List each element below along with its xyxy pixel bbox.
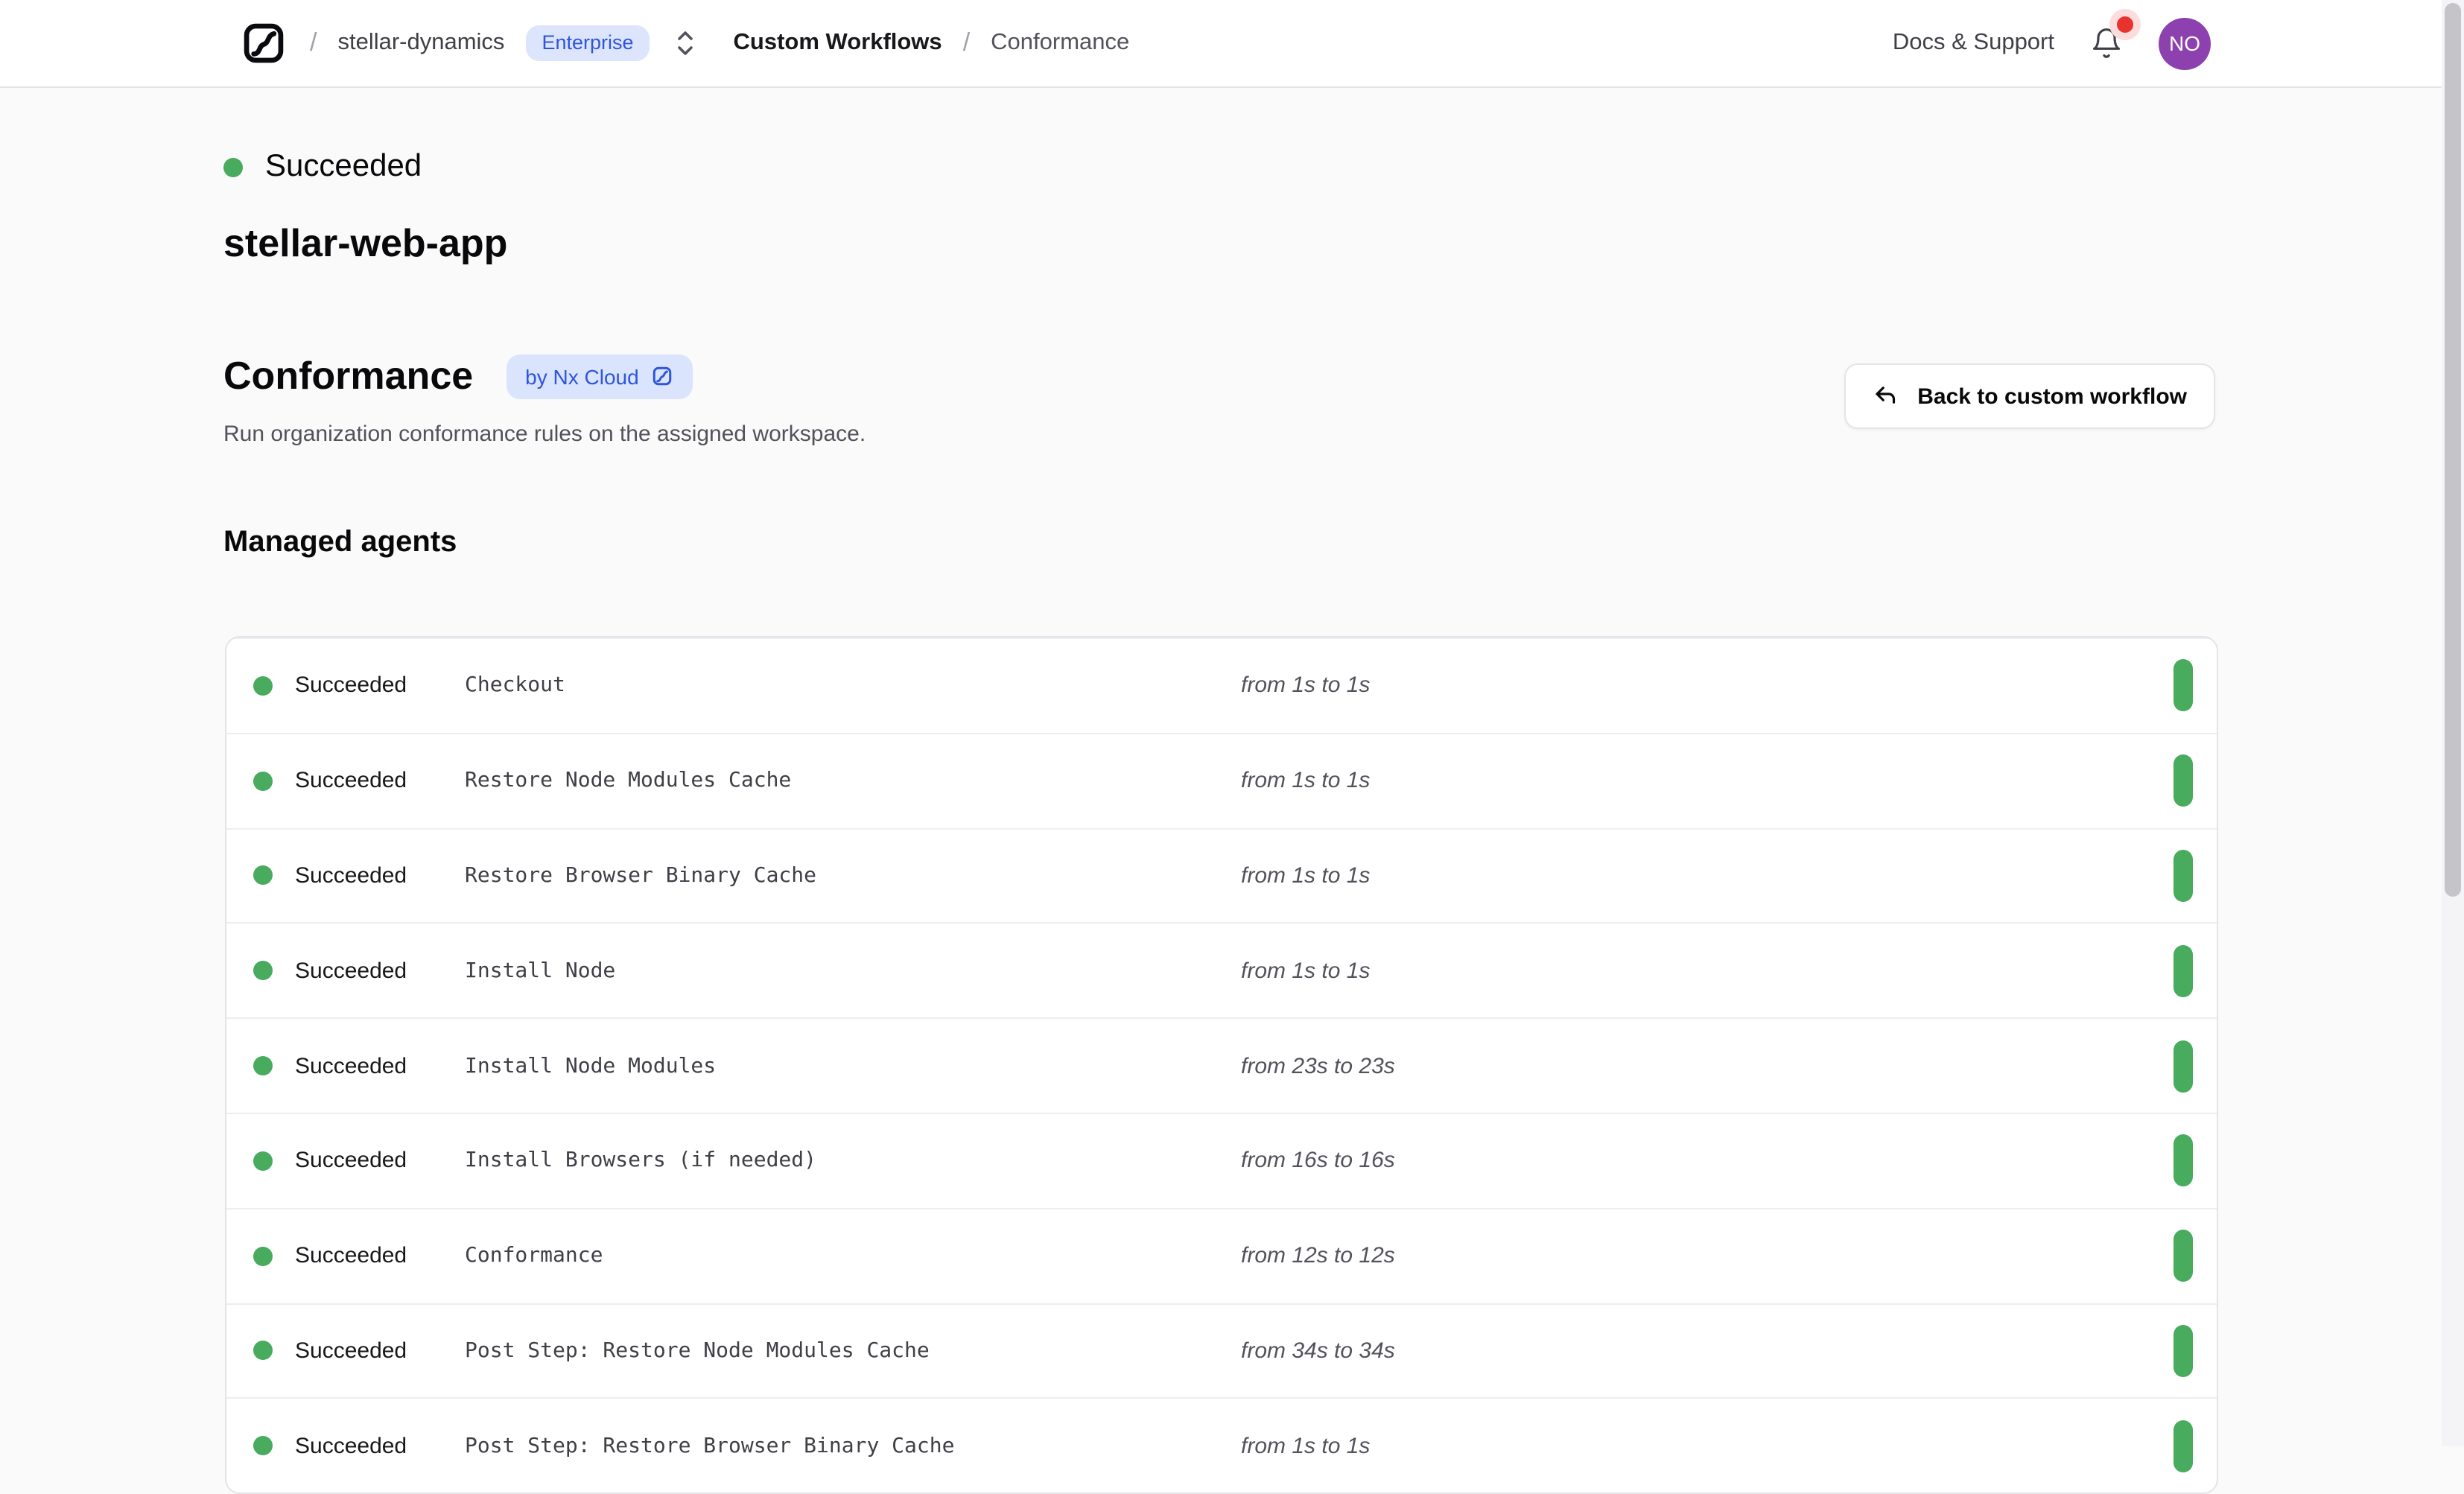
scrollbar-thumb[interactable]: [2445, 3, 2461, 897]
top-navbar: / stellar-dynamics Enterprise Custom Wor…: [0, 0, 2464, 88]
step-duration-bar[interactable]: [2173, 660, 2192, 712]
nx-cloud-logo-icon[interactable]: [238, 18, 289, 69]
header-actions: Docs & Support NO: [1893, 17, 2211, 69]
step-status-label: Succeeded: [295, 1148, 407, 1174]
agent-step-row[interactable]: Succeeded Post Step: Restore Browser Bin…: [226, 1398, 2217, 1493]
by-nx-cloud-label: by Nx Cloud: [525, 364, 639, 388]
agent-step-row[interactable]: Succeeded Restore Browser Binary Cache f…: [226, 827, 2217, 923]
agent-step-row[interactable]: Succeeded Post Step: Restore Node Module…: [226, 1303, 2217, 1398]
breadcrumb-org[interactable]: stellar-dynamics: [337, 30, 504, 57]
step-duration-bar[interactable]: [2173, 945, 2192, 997]
step-success-dot-icon: [253, 866, 273, 886]
step-success-dot-icon: [253, 676, 273, 696]
workflow-section-title: Conformance: [223, 353, 473, 399]
step-status-label: Succeeded: [295, 1338, 407, 1364]
step-success-dot-icon: [253, 1056, 273, 1075]
workflow-section-header: Conformance by Nx Cloud: [223, 353, 693, 399]
step-timing: from 34s to 34s: [1241, 1338, 1395, 1364]
agent-step-row[interactable]: Succeeded Conformance from 12s to 12s: [226, 1208, 2217, 1303]
workflow-section-description: Run organization conformance rules on th…: [223, 422, 866, 447]
back-to-custom-workflow-button[interactable]: Back to custom workflow: [1844, 363, 2215, 429]
step-timing: from 1s to 1s: [1241, 959, 1370, 984]
breadcrumb-separator: /: [310, 28, 317, 58]
run-status: Succeeded: [223, 149, 422, 185]
step-success-dot-icon: [253, 961, 273, 981]
step-duration-bar[interactable]: [2173, 850, 2192, 902]
breadcrumb-separator-2: /: [963, 28, 970, 58]
step-timing: from 16s to 16s: [1241, 1148, 1395, 1174]
step-success-dot-icon: [253, 1246, 273, 1265]
step-timing: from 1s to 1s: [1241, 673, 1370, 699]
step-status-label: Succeeded: [295, 768, 407, 793]
step-duration-bar[interactable]: [2173, 1135, 2192, 1187]
step-success-dot-icon: [253, 1151, 273, 1171]
step-duration-bar[interactable]: [2173, 1040, 2192, 1092]
step-name: Install Node Modules: [465, 1054, 716, 1078]
step-duration-bar[interactable]: [2173, 754, 2192, 807]
step-status-label: Succeeded: [295, 959, 407, 984]
breadcrumb-section[interactable]: Custom Workflows: [734, 30, 942, 57]
managed-agents-heading: Managed agents: [223, 526, 457, 560]
page-scrollbar[interactable]: [2442, 0, 2464, 1446]
workspace-switcher-chevrons-icon[interactable]: [674, 28, 698, 58]
step-name: Install Node: [465, 959, 615, 983]
notification-badge-dot: [2117, 16, 2133, 33]
user-avatar[interactable]: NO: [2159, 17, 2211, 69]
step-name: Install Browsers (if needed): [465, 1149, 816, 1173]
run-title: stellar-web-app: [223, 220, 507, 267]
step-status-label: Succeeded: [295, 673, 407, 699]
breadcrumb: / stellar-dynamics Enterprise Custom Wor…: [238, 18, 1129, 69]
breadcrumb-page: Conformance: [991, 30, 1129, 57]
step-status-label: Succeeded: [295, 1053, 407, 1078]
step-timing: from 1s to 1s: [1241, 768, 1370, 793]
page: / stellar-dynamics Enterprise Custom Wor…: [0, 0, 2464, 1446]
step-duration-bar[interactable]: [2173, 1325, 2192, 1377]
step-success-dot-icon: [253, 1341, 273, 1361]
step-success-dot-icon: [253, 771, 273, 790]
nx-cloud-badge-icon: [651, 365, 673, 387]
agent-step-row[interactable]: Succeeded Install Node from 1s to 1s: [226, 923, 2217, 1018]
step-timing: from 23s to 23s: [1241, 1053, 1395, 1078]
managed-agents-list: Succeeded Checkout from 1s to 1s Succeed…: [225, 636, 2218, 1494]
agent-step-row[interactable]: Succeeded Install Browsers (if needed) f…: [226, 1113, 2217, 1208]
status-label: Succeeded: [265, 149, 422, 185]
step-status-label: Succeeded: [295, 863, 407, 889]
by-nx-cloud-badge[interactable]: by Nx Cloud: [506, 354, 693, 398]
notifications-bell-icon[interactable]: [2090, 25, 2123, 61]
step-name: Restore Browser Binary Cache: [465, 864, 816, 888]
step-name: Checkout: [465, 674, 565, 698]
step-timing: from 1s to 1s: [1241, 863, 1370, 889]
step-timing: from 12s to 12s: [1241, 1243, 1395, 1268]
step-name: Post Step: Restore Node Modules Cache: [465, 1339, 930, 1363]
enterprise-badge[interactable]: Enterprise: [525, 26, 650, 61]
agent-step-row[interactable]: Succeeded Restore Node Modules Cache fro…: [226, 733, 2217, 828]
agent-step-row[interactable]: Succeeded Install Node Modules from 23s …: [226, 1017, 2217, 1113]
back-arrow-icon: [1873, 383, 1899, 410]
step-name: Conformance: [465, 1244, 603, 1268]
agent-step-row[interactable]: Succeeded Checkout from 1s to 1s: [226, 638, 2217, 733]
status-success-dot-icon: [223, 157, 243, 177]
docs-support-link[interactable]: Docs & Support: [1893, 30, 2054, 57]
step-duration-bar[interactable]: [2173, 1230, 2192, 1282]
back-button-label: Back to custom workflow: [1917, 384, 2187, 409]
step-name: Restore Node Modules Cache: [465, 769, 791, 792]
step-status-label: Succeeded: [295, 1243, 407, 1268]
